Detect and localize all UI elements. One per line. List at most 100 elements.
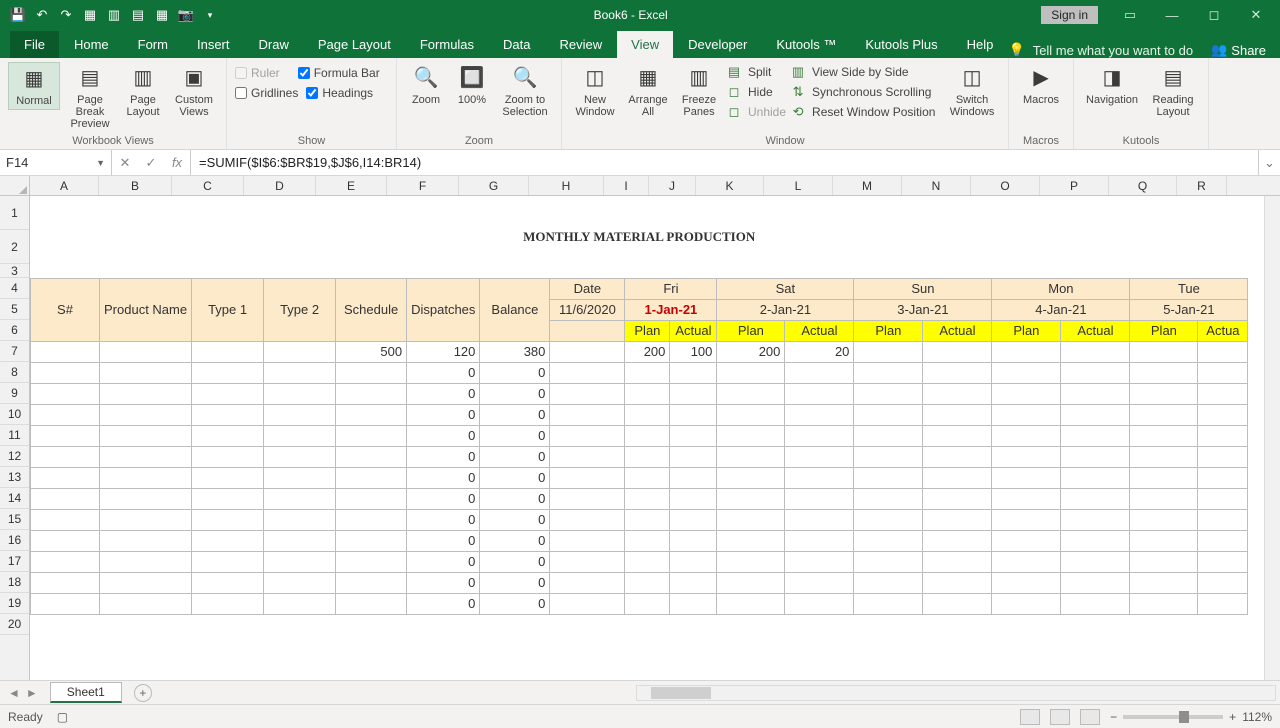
cell[interactable] [550,425,625,446]
cell[interactable] [264,425,336,446]
column-header[interactable]: I [604,176,649,195]
cell[interactable] [1130,425,1198,446]
save-icon[interactable]: 💾 [8,5,28,25]
cell[interactable] [264,446,336,467]
cell[interactable] [923,446,992,467]
cell[interactable] [717,425,785,446]
arrange-all-button[interactable]: ▦Arrange All [624,62,672,120]
cell[interactable] [192,551,264,572]
cell[interactable] [923,383,992,404]
preview-icon[interactable]: ▤ [128,5,148,25]
column-header[interactable]: B [99,176,172,195]
column-header[interactable]: A [30,176,99,195]
cell[interactable]: 0 [407,425,480,446]
cell[interactable] [264,530,336,551]
cell[interactable] [854,509,923,530]
normal-view-button[interactable]: ▦Normal [8,62,60,110]
cell[interactable] [1061,572,1130,593]
cell[interactable] [670,383,717,404]
cell[interactable] [1130,383,1198,404]
row-header[interactable]: 16 [0,530,29,551]
day-tue[interactable]: Tue [1130,278,1248,299]
add-sheet-button[interactable]: + [134,684,152,702]
cell[interactable] [100,383,192,404]
cell[interactable] [1061,509,1130,530]
tab-review[interactable]: Review [546,31,617,58]
cell[interactable]: 0 [480,425,550,446]
cell[interactable] [1130,551,1198,572]
cell[interactable] [923,404,992,425]
cell[interactable]: 0 [480,404,550,425]
cell[interactable] [923,341,992,362]
cell[interactable] [1061,446,1130,467]
cell[interactable] [1198,488,1248,509]
expand-formula-bar-icon[interactable]: ⌄ [1258,150,1280,175]
cell[interactable]: 0 [407,530,480,551]
sheet-tab[interactable]: Sheet1 [50,682,122,703]
plan[interactable]: Plan [1130,320,1198,341]
cell[interactable] [31,404,100,425]
cell[interactable] [100,467,192,488]
cell[interactable] [1198,593,1248,614]
cell[interactable] [854,593,923,614]
cell[interactable] [992,446,1061,467]
tab-view[interactable]: View [617,31,673,58]
cell[interactable] [785,383,854,404]
cell[interactable] [1130,509,1198,530]
cell[interactable] [100,509,192,530]
redo-icon[interactable]: ↷ [56,5,76,25]
tab-form[interactable]: Form [124,31,182,58]
cell[interactable] [550,593,625,614]
cell[interactable] [785,467,854,488]
row-header[interactable]: 17 [0,551,29,572]
cell[interactable]: 0 [407,383,480,404]
cell[interactable] [923,509,992,530]
cell[interactable] [1198,446,1248,467]
cell[interactable]: 0 [407,593,480,614]
tab-formulas[interactable]: Formulas [406,31,488,58]
row-header[interactable]: 19 [0,593,29,614]
cell[interactable]: 120 [407,341,480,362]
cell[interactable] [670,509,717,530]
cell[interactable] [192,404,264,425]
cell[interactable] [1061,425,1130,446]
cell[interactable]: 0 [407,362,480,383]
cell[interactable] [336,467,407,488]
cell[interactable] [100,593,192,614]
cell[interactable] [336,446,407,467]
cell[interactable] [550,467,625,488]
cell[interactable] [192,362,264,383]
cell[interactable] [785,404,854,425]
col-dispatches[interactable]: Dispatches [407,278,480,341]
cell[interactable] [1061,551,1130,572]
page-layout-view-icon[interactable] [1050,709,1070,725]
row-header[interactable]: 13 [0,467,29,488]
cell[interactable] [1130,530,1198,551]
row-header[interactable]: 8 [0,362,29,383]
cell[interactable] [625,488,670,509]
fx-icon[interactable]: fx [164,155,190,170]
col-schedule[interactable]: Schedule [336,278,407,341]
cell[interactable] [336,572,407,593]
date-4[interactable]: 4-Jan-21 [992,299,1130,320]
date-2[interactable]: 2-Jan-21 [717,299,854,320]
cell[interactable] [1198,425,1248,446]
row-header[interactable]: 20 [0,614,29,635]
qat-dropdown-icon[interactable]: ▾ [200,5,220,25]
cell[interactable] [1198,530,1248,551]
plan[interactable]: Plan [992,320,1061,341]
cell[interactable] [992,383,1061,404]
cell[interactable] [625,593,670,614]
column-header[interactable]: J [649,176,696,195]
day-mon[interactable]: Mon [992,278,1130,299]
column-header[interactable]: C [172,176,244,195]
cell[interactable] [550,488,625,509]
cell[interactable] [717,572,785,593]
cell[interactable] [785,425,854,446]
cell[interactable] [717,404,785,425]
cell[interactable] [670,530,717,551]
cell[interactable] [336,551,407,572]
row-header[interactable]: 11 [0,425,29,446]
row-header[interactable]: 14 [0,488,29,509]
cell[interactable] [100,404,192,425]
